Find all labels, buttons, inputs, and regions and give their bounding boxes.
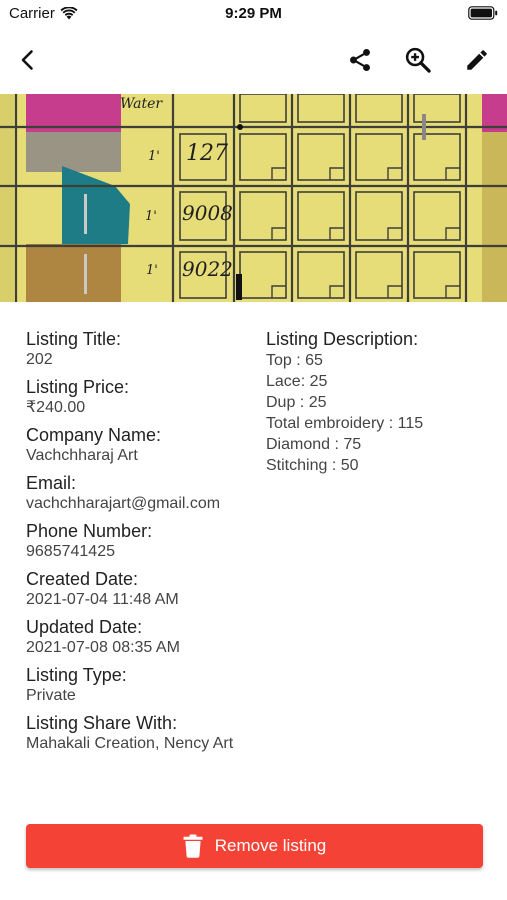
- listing-title-label: Listing Title:: [26, 329, 122, 349]
- field-email: Email: vachchharajart@gmail.com: [26, 472, 256, 514]
- battery-icon: [468, 6, 498, 25]
- share-icon: [350, 48, 370, 72]
- description-line: Top : 65: [266, 352, 323, 369]
- nav-bar: [0, 34, 507, 86]
- description-line: Dup : 25: [266, 394, 327, 411]
- zoom-button[interactable]: [400, 42, 436, 78]
- handwriting-127: 127: [186, 141, 228, 166]
- listing-share-with-value: Mahakali Creation, Nency Art: [26, 735, 234, 752]
- listing-description-label: Listing Description:: [266, 329, 419, 349]
- description-line: Stitching : 50: [266, 457, 359, 474]
- listing-price-value: ₹240.00: [26, 399, 86, 416]
- description-line: Lace: 25: [266, 373, 328, 390]
- description-line: Diamond : 75: [266, 436, 362, 453]
- listing-share-with-label: Listing Share With:: [26, 713, 178, 733]
- listing-type-value: Private: [26, 687, 76, 704]
- zoom-in-icon: [405, 47, 431, 73]
- back-icon: [21, 50, 33, 70]
- edit-button[interactable]: [459, 42, 495, 78]
- field-listing-type: Listing Type: Private: [26, 664, 256, 706]
- field-listing-title: Listing Title: 202: [26, 328, 256, 370]
- status-bar: Carrier 9:29 PM: [0, 0, 507, 28]
- field-listing-share-with: Listing Share With: Mahakali Creation, N…: [26, 712, 256, 754]
- created-date-value: 2021-07-04 11:48 AM: [26, 591, 179, 608]
- updated-date-value: 2021-07-08 08:35 AM: [26, 639, 180, 656]
- field-created-date: Created Date: 2021-07-04 11:48 AM: [26, 568, 256, 610]
- handwriting-mark-1: 1': [148, 149, 160, 164]
- listing-photo-drawing: Water 1' 127 1' 9008 1' 9022: [0, 94, 507, 302]
- handwriting-mark-2: 1': [145, 209, 157, 224]
- email-label: Email:: [26, 473, 77, 493]
- company-name-label: Company Name:: [26, 425, 162, 445]
- share-button[interactable]: [342, 42, 378, 78]
- company-name-value: Vachchharaj Art: [26, 447, 138, 464]
- details-right-column: Listing Description: Top : 65 Lace: 25 D…: [266, 328, 486, 476]
- remove-listing-button[interactable]: Remove listing: [26, 824, 483, 868]
- back-button[interactable]: [10, 42, 46, 78]
- handwriting-water: Water: [120, 96, 163, 112]
- listing-price-label: Listing Price:: [26, 377, 130, 397]
- listing-title-value: 202: [26, 351, 53, 368]
- field-phone-number: Phone Number: 9685741425: [26, 520, 256, 562]
- details-left-column: Listing Title: 202 Listing Price: ₹240.0…: [26, 328, 256, 760]
- listing-type-label: Listing Type:: [26, 665, 127, 685]
- created-date-label: Created Date:: [26, 569, 139, 589]
- email-value: vachchharajart@gmail.com: [26, 495, 221, 512]
- handwriting-9008: 9008: [182, 201, 233, 225]
- trash-icon: [183, 834, 203, 858]
- updated-date-label: Updated Date:: [26, 617, 143, 637]
- handwriting-mark-3: 1': [146, 263, 158, 278]
- phone-number-label: Phone Number:: [26, 521, 153, 541]
- phone-number-value: 9685741425: [26, 543, 115, 560]
- field-updated-date: Updated Date: 2021-07-08 08:35 AM: [26, 616, 256, 658]
- handwriting-9022: 9022: [182, 257, 233, 281]
- edit-icon: [467, 50, 487, 70]
- description-line: Total embroidery : 115: [266, 415, 424, 432]
- remove-listing-label: Remove listing: [214, 836, 327, 855]
- listing-photo[interactable]: Water 1' 127 1' 9008 1' 9022: [0, 94, 507, 302]
- field-listing-price: Listing Price: ₹240.00: [26, 376, 256, 418]
- field-company-name: Company Name: Vachchharaj Art: [26, 424, 256, 466]
- status-time: 9:29 PM: [225, 5, 282, 22]
